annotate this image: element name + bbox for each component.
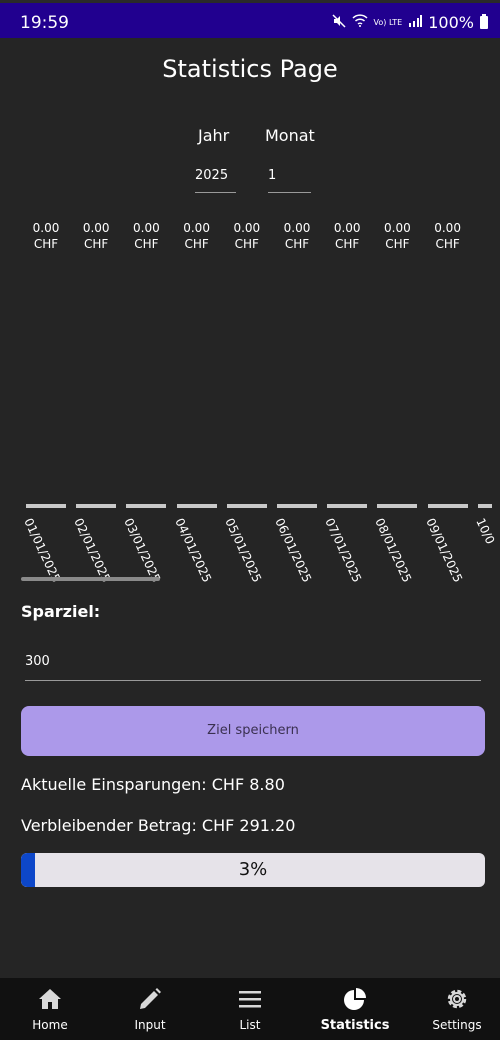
save-goal-button[interactable]: Ziel speichern xyxy=(21,706,485,756)
bar-value-label: 0.00 CHF xyxy=(32,221,60,251)
bar-value-label: 0.00 CHF xyxy=(384,221,411,251)
bar-date-label: 09/01/2025 xyxy=(422,516,465,585)
gear-icon xyxy=(447,989,467,1009)
bar[interactable] xyxy=(176,504,217,508)
page-title: Statistics Page xyxy=(162,55,338,83)
bar-value-label: 0.00 CHF xyxy=(183,221,210,251)
month-input[interactable]: 1 xyxy=(268,168,311,193)
nav-input[interactable]: Input xyxy=(100,978,200,1040)
remaining-amount-text: Verbleibender Betrag: CHF 291.20 xyxy=(21,816,296,835)
chart-scrollbar[interactable] xyxy=(21,577,160,581)
pie-chart-icon xyxy=(344,988,366,1010)
month-label: Monat xyxy=(265,126,315,145)
bar-value-label: 0.00 CHF xyxy=(233,221,261,251)
bar[interactable] xyxy=(427,504,468,508)
bar[interactable] xyxy=(377,504,418,508)
battery-icon xyxy=(480,14,488,29)
savings-progress-bar: 3% xyxy=(21,853,485,887)
bar-date-label: 10/0 xyxy=(473,516,498,547)
status-bar: 19:59 Vo) LTE 100% xyxy=(0,0,500,38)
bar-date-label: 07/01/2025 xyxy=(322,516,365,585)
progress-percent-label: 3% xyxy=(238,859,268,880)
bar-date-label: 03/01/2025 xyxy=(121,516,164,585)
nav-list-label: List xyxy=(239,1018,261,1032)
home-icon xyxy=(39,989,61,1009)
status-time: 19:59 xyxy=(20,13,69,33)
bottom-navigation: Home Input List Statistics Settings xyxy=(0,978,500,1040)
bar-date-label: 02/01/2025 xyxy=(71,516,114,585)
mute-icon xyxy=(332,13,346,32)
bar[interactable] xyxy=(126,504,167,508)
savings-goal-label: Sparziel: xyxy=(21,602,101,621)
battery-percent: 100% xyxy=(428,13,474,32)
nav-settings-label: Settings xyxy=(432,1018,482,1032)
nav-statistics[interactable]: Statistics xyxy=(305,978,405,1040)
network-type-label: Vo) LTE xyxy=(373,17,403,27)
year-input[interactable]: 2025 xyxy=(195,168,236,193)
bar-date-label: 06/01/2025 xyxy=(272,516,315,585)
bar[interactable] xyxy=(277,504,317,508)
bar-value-label: 0.00 CHF xyxy=(333,221,361,251)
bar-value-label: 0.00 CHF xyxy=(283,221,311,251)
nav-settings[interactable]: Settings xyxy=(407,978,500,1040)
bar-date-label: 04/01/2025 xyxy=(171,516,214,585)
signal-icon xyxy=(408,14,423,31)
bar[interactable] xyxy=(226,504,267,508)
savings-goal-input[interactable]: 300 xyxy=(25,654,481,681)
wifi-icon xyxy=(352,14,368,31)
nav-home-label: Home xyxy=(32,1018,68,1032)
bar-date-label: 08/01/2025 xyxy=(372,516,415,585)
menu-icon xyxy=(239,991,261,1008)
daily-savings-chart[interactable]: 0.00 CHF 01/01/2025 0.00 CHF 02/01/2025 0.00 CH… xyxy=(0,210,500,585)
status-icons: Vo) LTE 100% xyxy=(332,13,488,32)
bar-value-label: 0.00 CHF xyxy=(434,221,461,251)
pencil-icon xyxy=(140,988,161,1009)
nav-input-label: Input xyxy=(134,1018,166,1032)
bar[interactable] xyxy=(477,504,492,508)
bar[interactable] xyxy=(327,504,368,508)
bar-date-label: 05/01/2025 xyxy=(222,516,265,585)
bar-value-label: 0.00 CHF xyxy=(133,221,160,251)
year-label: Jahr xyxy=(198,126,230,145)
bar[interactable] xyxy=(26,504,66,508)
nav-statistics-label: Statistics xyxy=(320,1018,390,1033)
bar-value-label: 0.00 CHF xyxy=(82,221,110,251)
bar-date-label: 01/01/2025 xyxy=(21,516,64,585)
current-savings-text: Aktuelle Einsparungen: CHF 8.80 xyxy=(21,775,285,794)
bar[interactable] xyxy=(76,504,117,508)
nav-home[interactable]: Home xyxy=(0,978,100,1040)
nav-list[interactable]: List xyxy=(200,978,300,1040)
